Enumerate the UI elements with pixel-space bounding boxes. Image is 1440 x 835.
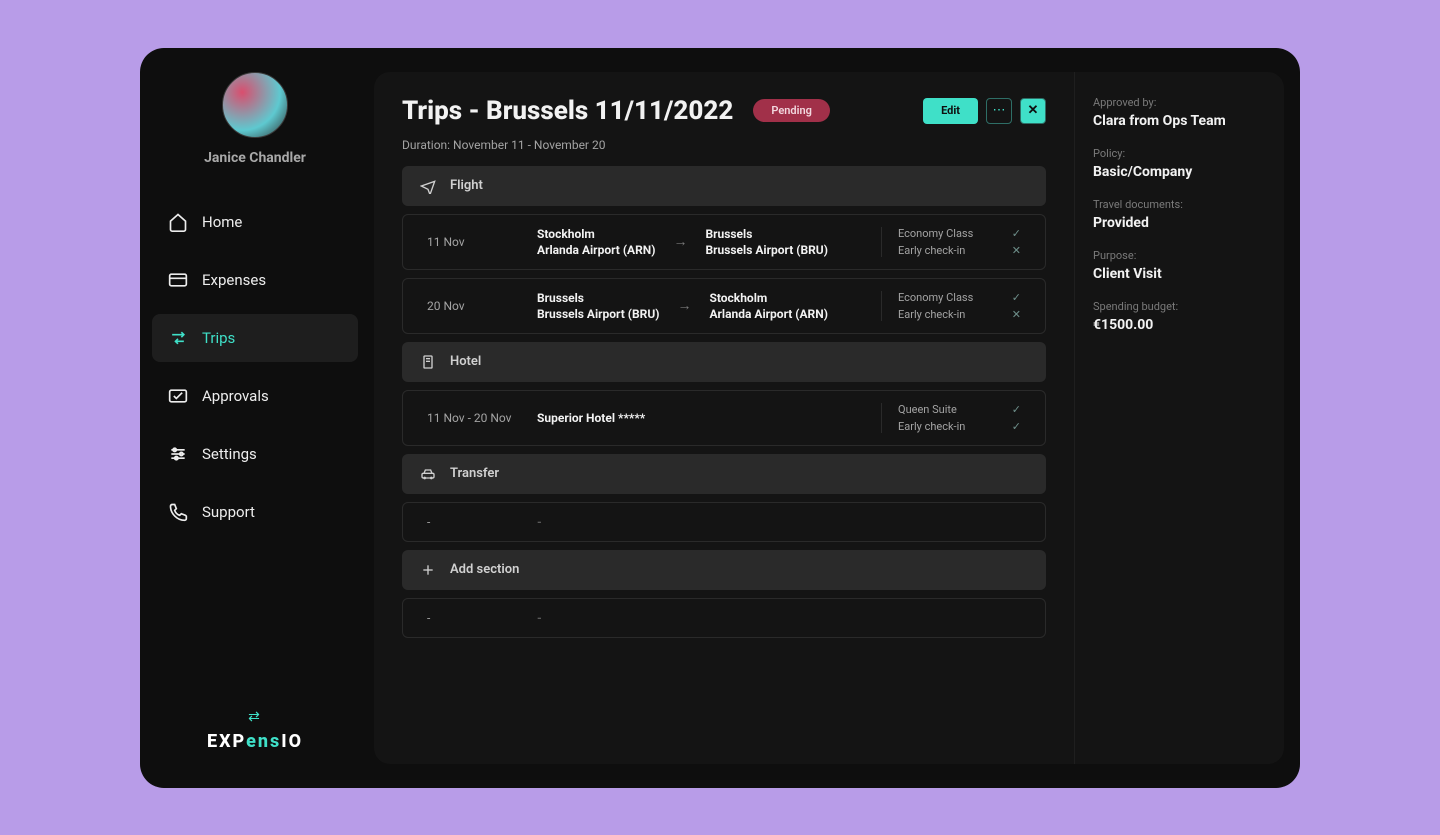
sidebar-item-label: Trips xyxy=(202,329,235,347)
hotel-row[interactable]: 11 Nov - 20 Nov Superior Hotel ***** Que… xyxy=(402,390,1046,446)
sidebar-item-trips[interactable]: Trips xyxy=(152,314,358,362)
settings-icon xyxy=(168,444,188,464)
username: Janice Chandler xyxy=(204,150,306,166)
status-badge: Pending xyxy=(753,99,830,122)
sidebar-item-label: Home xyxy=(202,213,242,231)
placeholder-name: - xyxy=(537,515,542,529)
logo-mark-icon: ⇄ xyxy=(248,709,262,725)
placeholder-date: - xyxy=(427,515,537,529)
sidebar-item-label: Settings xyxy=(202,445,257,463)
section-header-label: Flight xyxy=(450,178,483,193)
airplane-icon xyxy=(418,176,438,196)
close-icon: ✕ xyxy=(1028,103,1039,118)
transfer-row[interactable]: - - xyxy=(402,502,1046,542)
sidebar-item-home[interactable]: Home xyxy=(152,198,358,246)
more-button[interactable]: ⋯ xyxy=(986,98,1012,124)
flight-date: 20 Nov xyxy=(427,299,537,313)
flight-to: Brussels Brussels Airport (BRU) xyxy=(705,227,827,257)
hotel-name: Superior Hotel ***** xyxy=(537,411,645,425)
section-header-label: Transfer xyxy=(450,466,499,481)
flight-tags: Economy Class✓ Early check-in✕ xyxy=(881,291,1021,321)
placeholder-name: - xyxy=(537,611,542,625)
section-header-hotel: Hotel xyxy=(402,342,1046,382)
close-button[interactable]: ✕ xyxy=(1020,98,1046,124)
hotel-dates: 11 Nov - 20 Nov xyxy=(427,411,537,425)
info-approved: Approved by: Clara from Ops Team xyxy=(1093,96,1266,129)
section-header-transfer: Transfer xyxy=(402,454,1046,494)
logo: ⇄ EXPensIO xyxy=(152,709,358,764)
avatar[interactable] xyxy=(222,72,288,138)
sidebar-item-label: Support xyxy=(202,503,255,521)
app-window: Janice Chandler Home Expenses Trips Appr… xyxy=(140,48,1300,788)
info-policy: Policy: Basic/Company xyxy=(1093,147,1266,180)
more-icon: ⋯ xyxy=(993,103,1006,118)
nav: Home Expenses Trips Approvals Settings S… xyxy=(152,198,358,709)
page-header: Trips - Brussels 11/11/2022 Pending Edit… xyxy=(402,96,1046,126)
edit-button[interactable]: Edit xyxy=(923,98,978,124)
flight-route: Brussels Brussels Airport (BRU) → Stockh… xyxy=(537,291,881,321)
home-icon xyxy=(168,212,188,232)
section-header-label: Hotel xyxy=(450,354,481,369)
info-purpose: Purpose: Client Visit xyxy=(1093,249,1266,282)
duration-text: Duration: November 11 - November 20 xyxy=(402,138,1046,152)
flight-tags: Economy Class✓ Early check-in✕ xyxy=(881,227,1021,257)
empty-row[interactable]: - - xyxy=(402,598,1046,638)
check-icon: ✓ xyxy=(1012,227,1021,240)
add-section-button[interactable]: Add section xyxy=(402,550,1046,590)
info-budget: Spending budget: €1500.00 xyxy=(1093,300,1266,333)
profile-block: Janice Chandler xyxy=(152,72,358,166)
hotel-tags: Queen Suite✓ Early check-in✓ xyxy=(881,403,1021,433)
flight-from: Stockholm Arlanda Airport (ARN) xyxy=(537,227,655,257)
section-header-flight: Flight xyxy=(402,166,1046,206)
x-icon: ✕ xyxy=(1012,308,1021,321)
main-panel: Trips - Brussels 11/11/2022 Pending Edit… xyxy=(374,72,1284,764)
main-wrap: Trips - Brussels 11/11/2022 Pending Edit… xyxy=(370,48,1300,788)
car-icon xyxy=(418,464,438,484)
flight-to: Stockholm Arlanda Airport (ARN) xyxy=(709,291,827,321)
card-icon xyxy=(168,270,188,290)
x-icon: ✕ xyxy=(1012,244,1021,257)
flight-date: 11 Nov xyxy=(427,235,537,249)
info-panel: Approved by: Clara from Ops Team Policy:… xyxy=(1074,72,1284,764)
sidebar: Janice Chandler Home Expenses Trips Appr… xyxy=(140,48,370,788)
info-docs: Travel documents: Provided xyxy=(1093,198,1266,231)
content: Trips - Brussels 11/11/2022 Pending Edit… xyxy=(374,72,1074,764)
plus-icon xyxy=(418,560,438,580)
approvals-icon xyxy=(168,386,188,406)
flight-from: Brussels Brussels Airport (BRU) xyxy=(537,291,659,321)
page-title: Trips - Brussels 11/11/2022 xyxy=(402,96,733,126)
check-icon: ✓ xyxy=(1012,291,1021,304)
sidebar-item-support[interactable]: Support xyxy=(152,488,358,536)
phone-icon xyxy=(168,502,188,522)
flight-route: Stockholm Arlanda Airport (ARN) → Brusse… xyxy=(537,227,881,257)
flight-row[interactable]: 20 Nov Brussels Brussels Airport (BRU) →… xyxy=(402,278,1046,334)
sidebar-item-label: Expenses xyxy=(202,271,266,289)
hotel-detail: Superior Hotel ***** xyxy=(537,411,881,425)
flight-row[interactable]: 11 Nov Stockholm Arlanda Airport (ARN) →… xyxy=(402,214,1046,270)
sidebar-item-approvals[interactable]: Approvals xyxy=(152,372,358,420)
arrow-right-icon: → xyxy=(673,233,687,250)
logo-text: EXPensIO xyxy=(207,731,303,752)
arrow-right-icon: → xyxy=(677,297,691,314)
trips-icon xyxy=(168,328,188,348)
header-actions: Edit ⋯ ✕ xyxy=(923,98,1046,124)
add-section-label: Add section xyxy=(450,562,519,577)
check-icon: ✓ xyxy=(1012,403,1021,416)
sidebar-item-settings[interactable]: Settings xyxy=(152,430,358,478)
hotel-icon xyxy=(418,352,438,372)
check-icon: ✓ xyxy=(1012,420,1021,433)
sidebar-item-expenses[interactable]: Expenses xyxy=(152,256,358,304)
placeholder-date: - xyxy=(427,611,537,625)
sidebar-item-label: Approvals xyxy=(202,387,269,405)
